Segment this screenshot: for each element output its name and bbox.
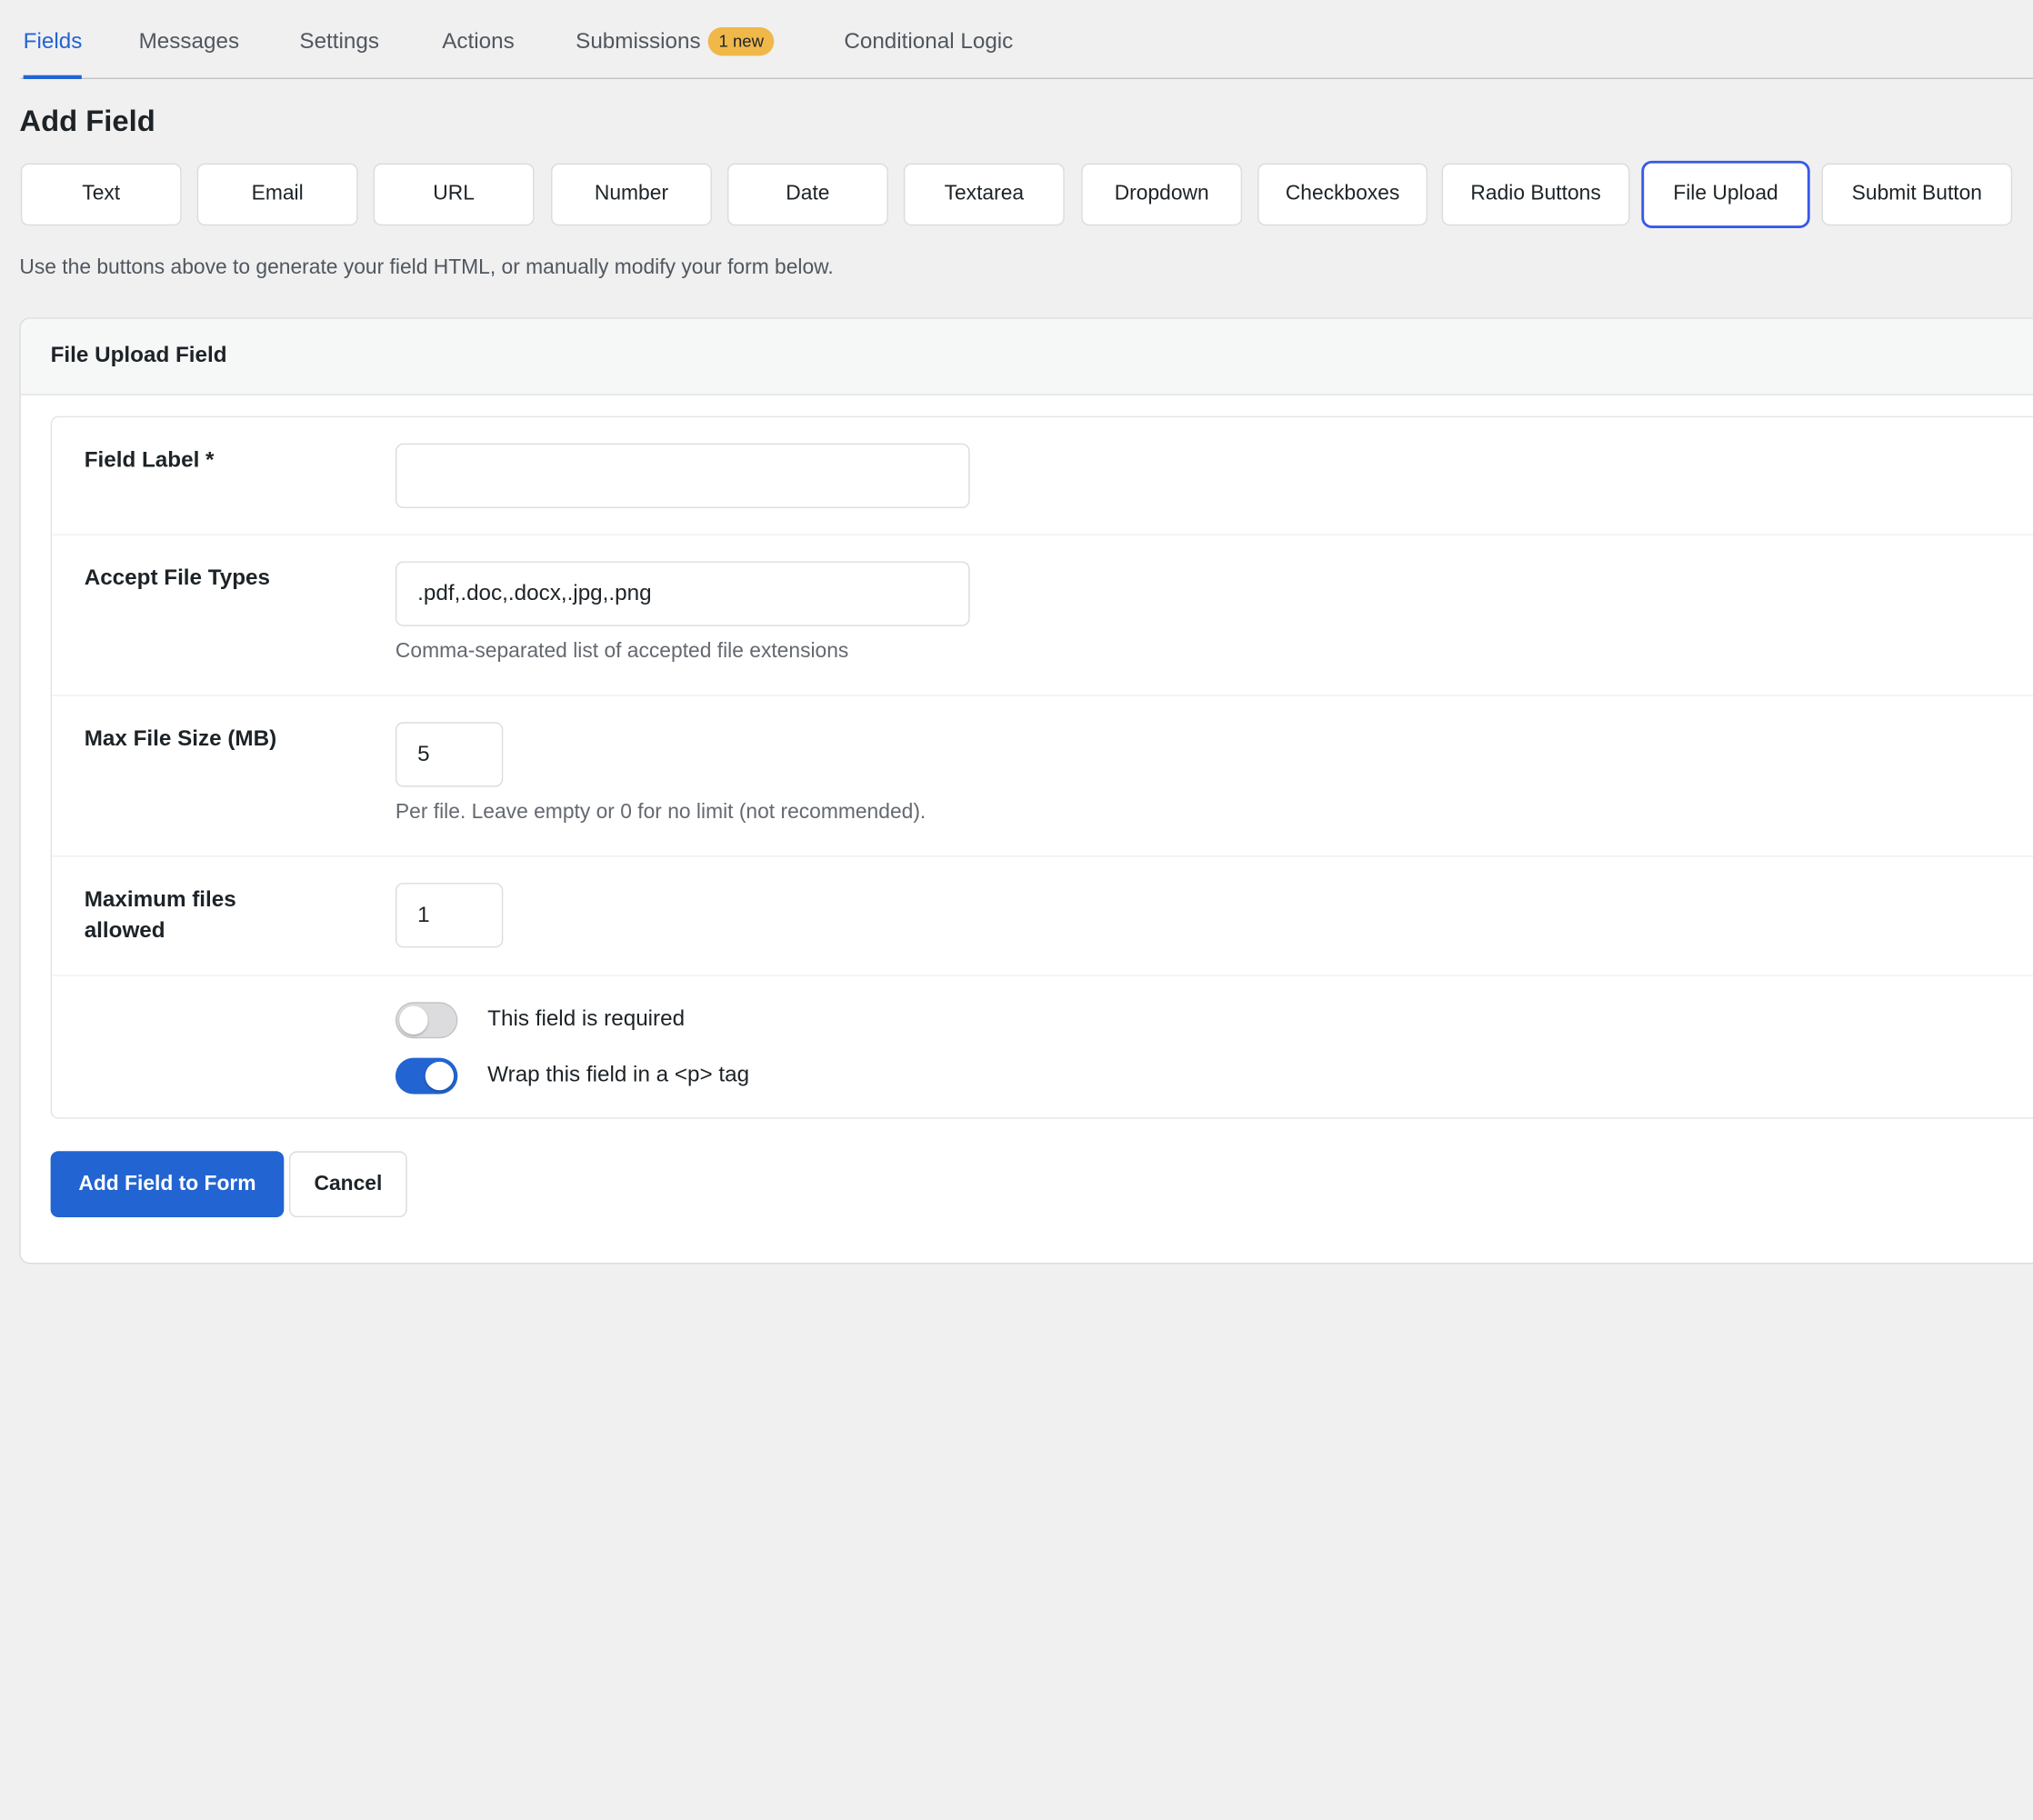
tab-bar: Fields Messages Settings Actions Submiss… bbox=[20, 0, 2033, 79]
max-files-input[interactable] bbox=[395, 883, 504, 948]
row-divider bbox=[52, 855, 2033, 857]
new-submissions-badge: 1 new bbox=[708, 26, 775, 56]
tab-submissions-label: Submissions bbox=[576, 28, 701, 54]
max-files-label-line2: allowed bbox=[84, 917, 165, 943]
max-file-size-help: Per file. Leave empty or 0 for no limit … bbox=[395, 801, 926, 824]
required-toggle-label: This field is required bbox=[487, 1005, 686, 1031]
tab-actions[interactable]: Actions bbox=[442, 26, 514, 78]
tab-conditional-logic[interactable]: Conditional Logic bbox=[844, 26, 1013, 78]
field-settings-box: Field Label * Accept File Types Comma-se… bbox=[50, 415, 2033, 1119]
cancel-button[interactable]: Cancel bbox=[288, 1151, 407, 1218]
accept-file-types-input[interactable] bbox=[395, 561, 970, 626]
tab-fields[interactable]: Fields bbox=[23, 26, 83, 79]
add-email-field-button[interactable]: Email bbox=[196, 163, 358, 226]
panel-header: File Upload Field bbox=[20, 318, 2033, 395]
max-files-label-line1: Maximum files bbox=[84, 886, 236, 912]
panel-title: File Upload Field bbox=[50, 342, 227, 367]
add-radio-buttons-field-button[interactable]: Radio Buttons bbox=[1441, 163, 1630, 226]
page-title: Add Field bbox=[19, 104, 155, 138]
wrap-p-tag-toggle-label: Wrap this field in a <p> tag bbox=[487, 1061, 750, 1086]
add-text-field-button[interactable]: Text bbox=[20, 163, 182, 226]
max-files-label: Maximum files allowed bbox=[85, 885, 236, 946]
field-label-input[interactable] bbox=[395, 443, 970, 508]
wrap-p-tag-toggle[interactable] bbox=[395, 1057, 458, 1095]
add-field-to-form-button[interactable]: Add Field to Form bbox=[50, 1151, 285, 1218]
add-file-upload-field-button[interactable]: File Upload bbox=[1641, 160, 1810, 228]
add-number-field-button[interactable]: Number bbox=[551, 163, 712, 226]
toggle-knob bbox=[399, 1005, 428, 1035]
form-editor: Fields Messages Settings Actions Submiss… bbox=[0, 0, 2033, 1820]
add-textarea-field-button[interactable]: Textarea bbox=[903, 163, 1065, 226]
max-file-size-label: Max File Size (MB) bbox=[84, 725, 277, 751]
add-field-helper-text: Use the buttons above to generate your f… bbox=[19, 256, 834, 279]
tab-messages[interactable]: Messages bbox=[139, 26, 239, 78]
accept-file-types-help: Comma-separated list of accepted file ex… bbox=[395, 640, 849, 663]
toggle-knob bbox=[425, 1061, 455, 1091]
field-config-panel: File Upload Field Field Label * Accept F… bbox=[19, 317, 2033, 1265]
field-label-label: Field Label * bbox=[84, 446, 215, 473]
max-file-size-input[interactable] bbox=[395, 722, 504, 787]
add-date-field-button[interactable]: Date bbox=[726, 163, 888, 226]
add-checkboxes-field-button[interactable]: Checkboxes bbox=[1257, 163, 1428, 226]
tab-submissions[interactable]: Submissions 1 new bbox=[576, 26, 775, 78]
tab-settings[interactable]: Settings bbox=[299, 26, 379, 78]
add-submit-button-field-button[interactable]: Submit Button bbox=[1821, 163, 2013, 226]
accept-file-types-label: Accept File Types bbox=[84, 565, 271, 590]
add-url-field-button[interactable]: URL bbox=[373, 163, 535, 226]
required-toggle[interactable] bbox=[395, 1002, 458, 1039]
add-dropdown-field-button[interactable]: Dropdown bbox=[1081, 163, 1243, 226]
